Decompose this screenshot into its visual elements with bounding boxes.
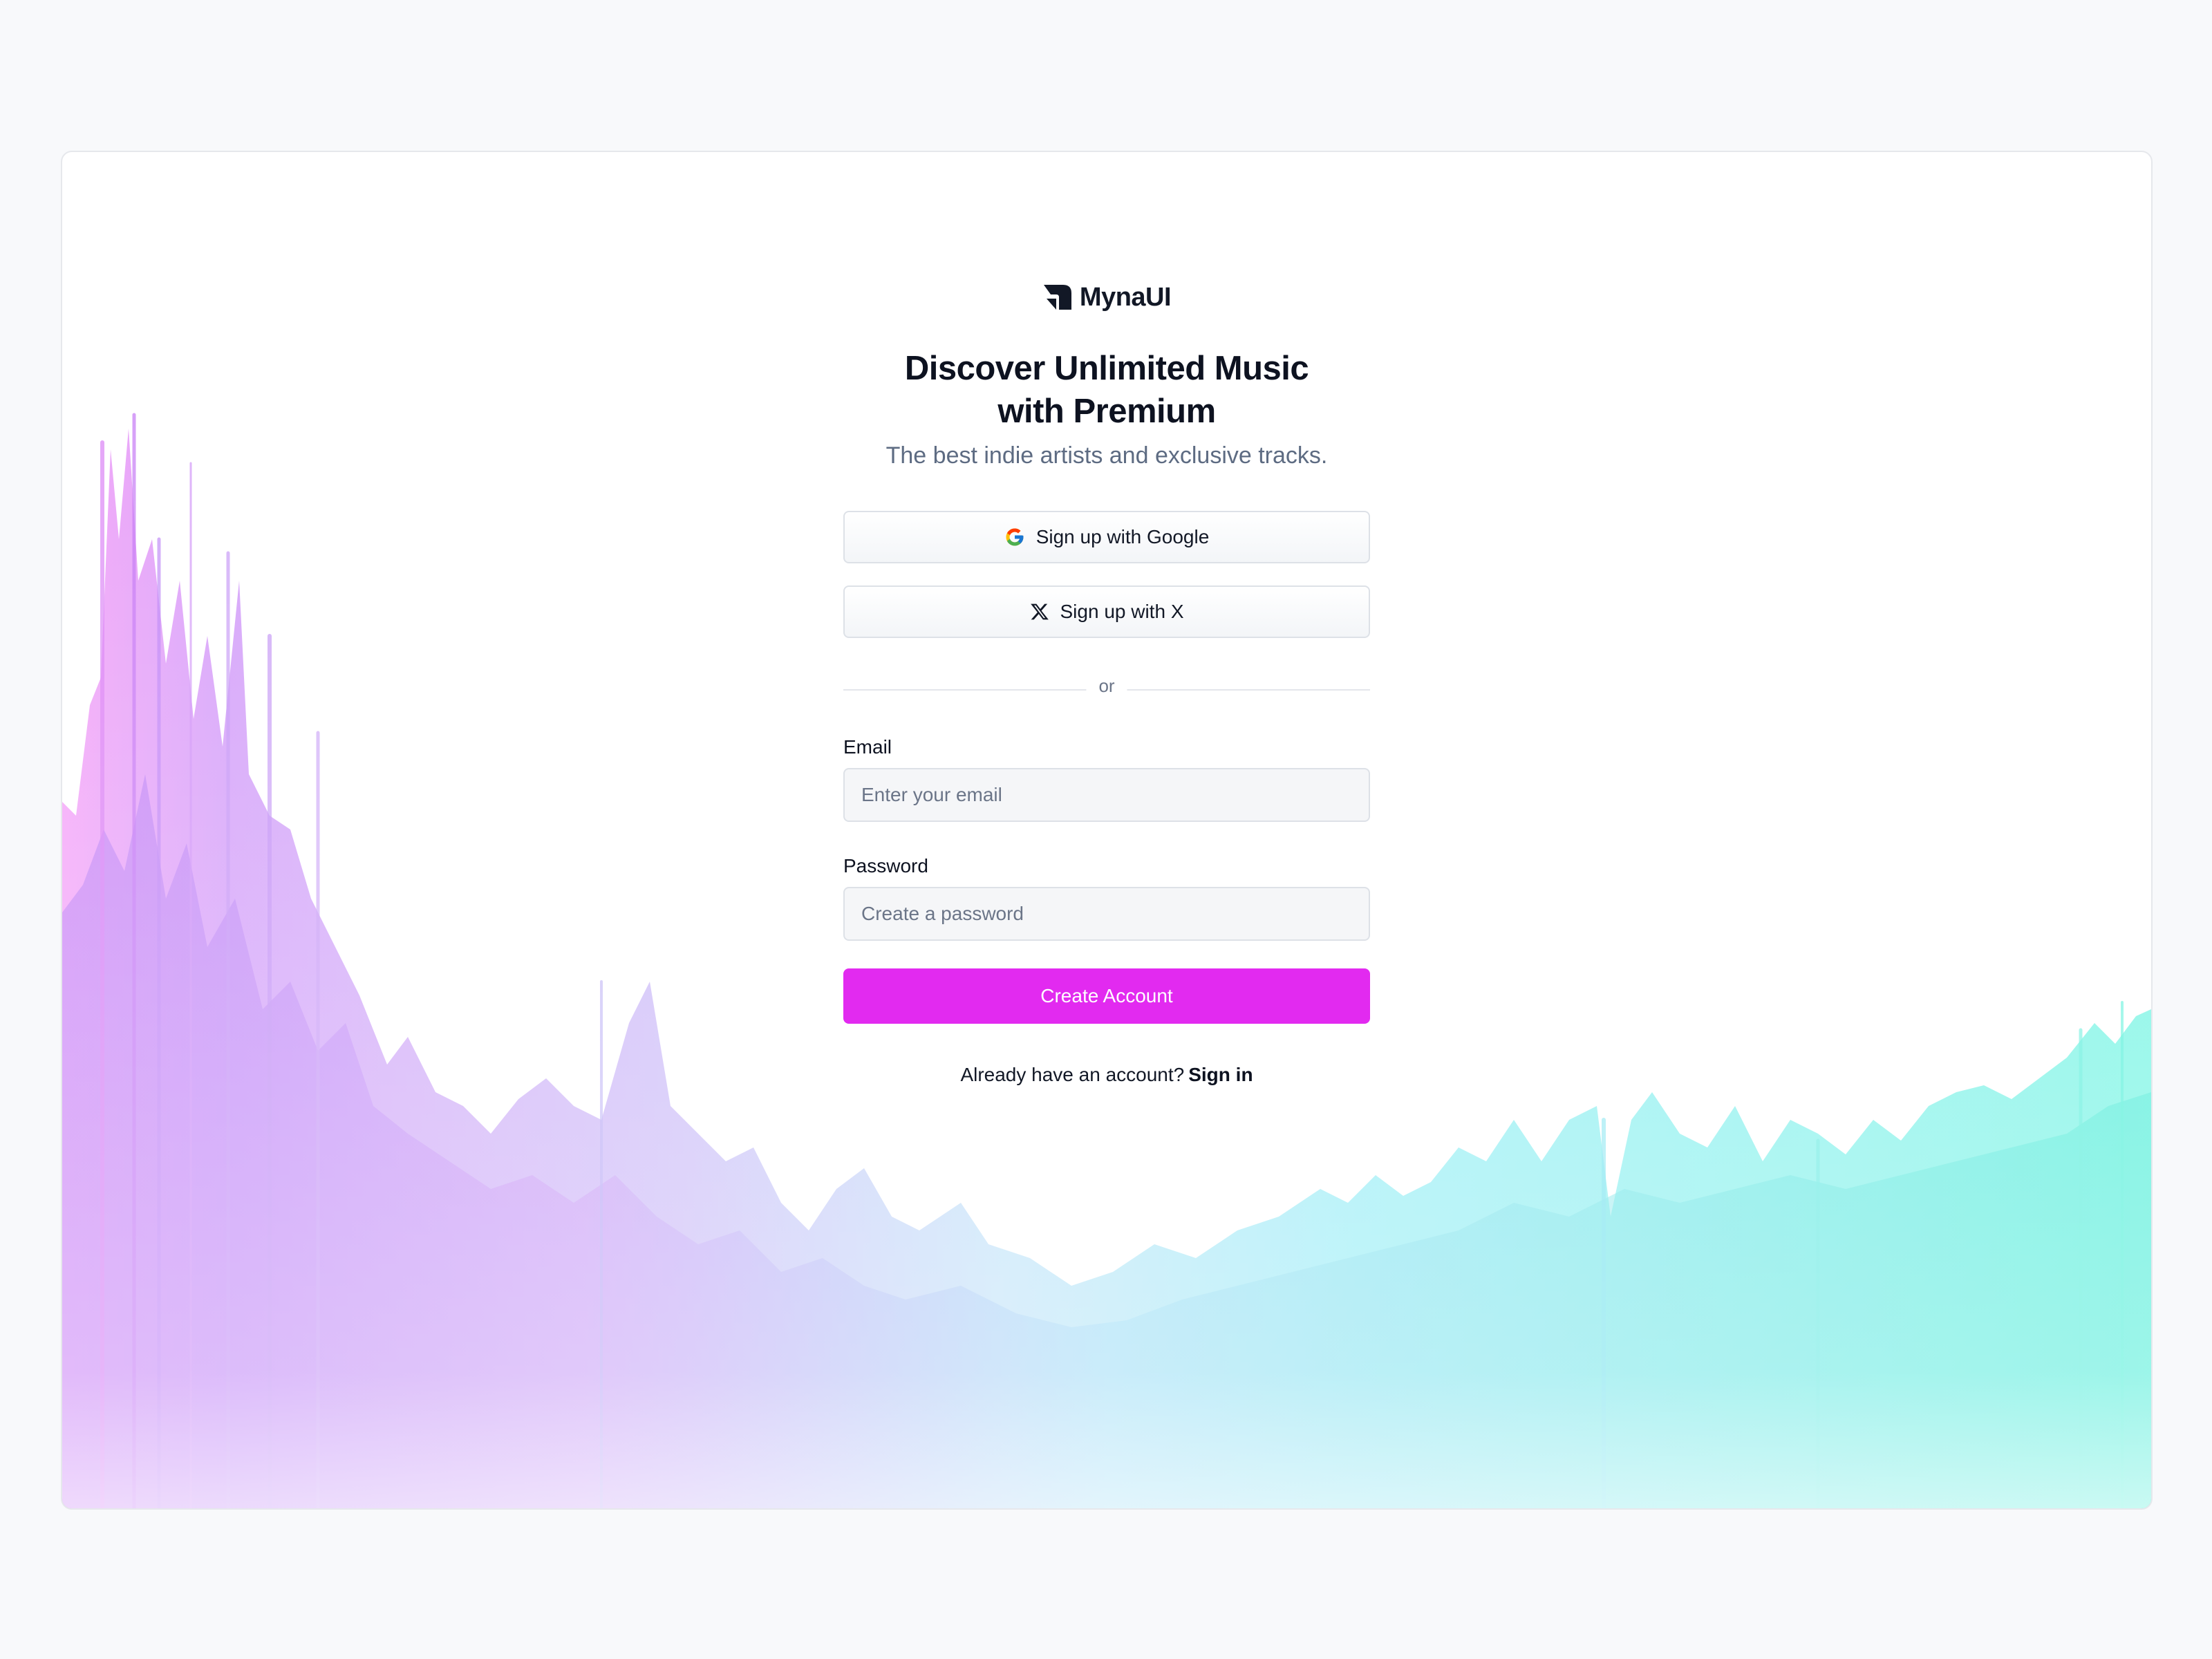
google-signup-button[interactable]: Sign up with Google [843, 511, 1370, 563]
password-field[interactable] [843, 887, 1370, 941]
page-title: Discover Unlimited Music with Premium [843, 347, 1370, 433]
x-signup-button[interactable]: Sign up with X [843, 585, 1370, 638]
signin-prompt-text: Already have an account? [960, 1064, 1185, 1085]
signup-panel: MynaUI Discover Unlimited Music with Pre… [843, 276, 1370, 1086]
google-signup-label: Sign up with Google [1035, 526, 1210, 547]
email-label: Email [843, 736, 892, 758]
page-subtitle: The best indie artists and exclusive tra… [885, 442, 1328, 469]
x-icon [1030, 603, 1049, 620]
page-title-line-2: with Premium [997, 393, 1216, 430]
signin-prompt: Already have an account? Sign in [843, 1064, 1370, 1086]
x-signup-label: Sign up with X [1060, 601, 1184, 622]
or-divider: or [843, 673, 1370, 706]
divider-text: or [1086, 675, 1127, 697]
email-field[interactable] [843, 768, 1370, 822]
page-title-line-1: Discover Unlimited Music [904, 350, 1309, 387]
myna-logo-icon [1043, 285, 1071, 310]
create-account-button[interactable]: Create Account [843, 968, 1370, 1024]
brand-logo[interactable]: MynaUI [843, 276, 1370, 318]
signup-card: MynaUI Discover Unlimited Music with Pre… [61, 151, 2153, 1510]
google-icon [1006, 528, 1024, 546]
password-label: Password [843, 855, 928, 877]
signin-link[interactable]: Sign in [1188, 1064, 1253, 1085]
brand-name: MynaUI [1079, 282, 1172, 312]
